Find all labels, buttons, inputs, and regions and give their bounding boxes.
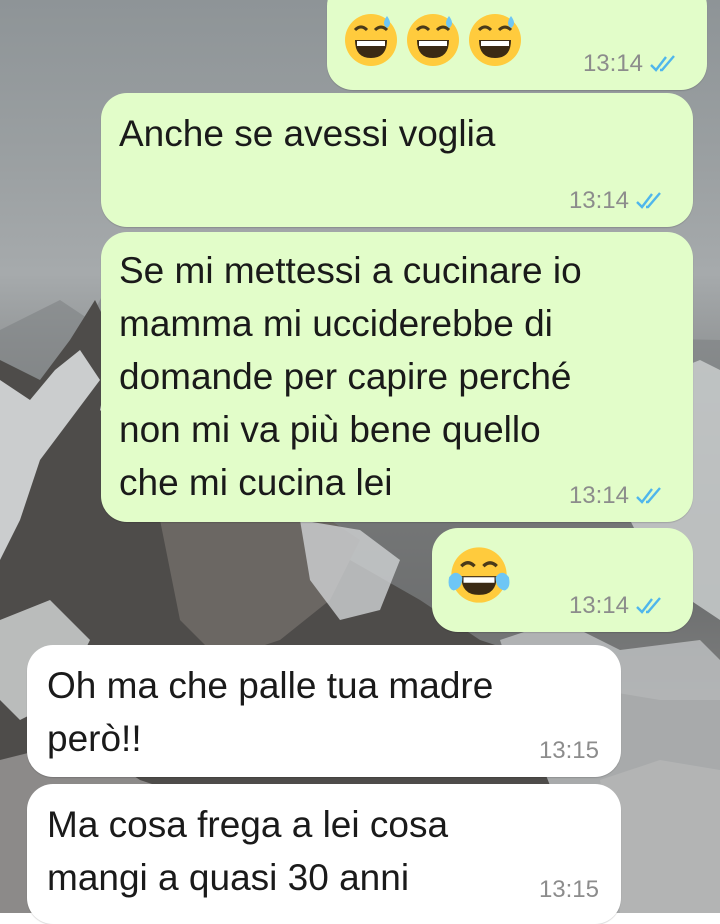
read-double-check-icon: [636, 597, 661, 614]
emoji-row: [343, 12, 523, 68]
message-meta: 13:15: [539, 876, 599, 904]
message-time: 13:14: [568, 187, 629, 214]
message-time: 13:14: [568, 592, 629, 619]
message-time: 13:14: [582, 50, 643, 77]
message-text: Se mi mettessi a cucinare io mamma mi uc…: [119, 250, 582, 503]
read-double-check-icon: [650, 55, 675, 72]
message-meta: 13:14: [569, 592, 665, 620]
message-time: 13:15: [538, 737, 599, 764]
message-text: Oh ma che palle tua madre però!!: [47, 665, 494, 759]
message-bubble-incoming[interactable]: Oh ma che palle tua madre però!! 13:15: [27, 645, 621, 777]
message-bubble-incoming[interactable]: Ma cosa frega a lei cosa mangi a quasi 3…: [27, 784, 621, 924]
read-double-check-icon: [636, 192, 661, 209]
message-meta: 13:14: [583, 50, 679, 78]
message-meta: 13:15: [539, 737, 599, 765]
message-time: 13:15: [538, 876, 599, 903]
message-bubble-outgoing[interactable]: Anche se avessi voglia 13:14: [101, 93, 693, 227]
message-meta: 13:14: [569, 187, 665, 215]
message-time: 13:14: [568, 482, 629, 509]
message-bubble-outgoing[interactable]: 13:14: [327, 0, 707, 90]
message-text: Anche se avessi voglia: [119, 113, 496, 154]
emoji-row: [448, 544, 510, 606]
grinning-sweat-emoji: [407, 14, 459, 66]
message-bubble-outgoing[interactable]: 13:14: [432, 528, 693, 632]
message-bubble-outgoing[interactable]: Se mi mettessi a cucinare io mamma mi uc…: [101, 232, 693, 522]
grinning-sweat-emoji: [469, 14, 521, 66]
message-text: Ma cosa frega a lei cosa mangi a quasi 3…: [47, 804, 449, 898]
read-double-check-icon: [636, 487, 661, 504]
grinning-sweat-emoji: [345, 14, 397, 66]
tears-of-joy-emoji: [448, 547, 510, 603]
message-meta: 13:14: [569, 482, 665, 510]
